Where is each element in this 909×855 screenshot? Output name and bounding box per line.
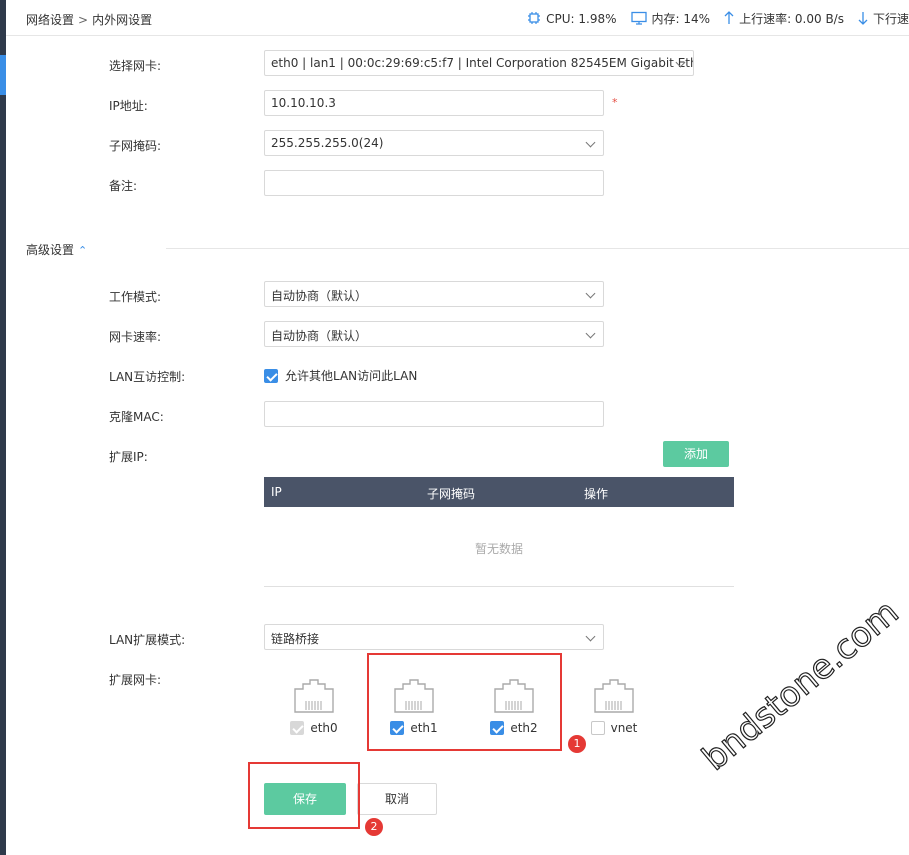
section-divider: [166, 248, 909, 249]
memory-stat: 内存: 14%: [630, 10, 711, 27]
add-ext-ip-button[interactable]: 添加: [663, 441, 729, 467]
breadcrumb-current: 内外网设置: [92, 13, 153, 27]
upload-stat: 上行速率: 0.00 B/s: [724, 10, 844, 27]
nic-select-row: 选择网卡: eth0 | lan1 | 00:0c:29:69:c5:f7 | …: [0, 50, 909, 80]
nic-eth0-checkbox[interactable]: [290, 721, 305, 735]
nic-item-vnet: vnet: [579, 679, 649, 759]
table-bottom-border: [264, 586, 734, 587]
ip-row: IP地址: 10.10.10.3 *: [0, 90, 909, 120]
work-mode-select[interactable]: 自动协商（默认）: [264, 281, 604, 307]
nic-speed-select[interactable]: 自动协商（默认）: [264, 321, 604, 347]
lan-access-label: LAN互访控制:: [109, 370, 186, 384]
column-header-ip: IP: [271, 485, 282, 499]
cpu-stat-text: CPU: 1.98%: [546, 11, 617, 26]
note-row: 备注:: [0, 170, 909, 200]
chevron-up-icon: ⌃: [78, 244, 88, 257]
cpu-chip-icon: [527, 11, 541, 27]
nic-vnet-label: vnet: [610, 721, 638, 735]
download-stat: 下行速: [858, 10, 909, 27]
annotation-box-2: [248, 762, 360, 829]
annotation-box-1: [367, 653, 562, 751]
lan-ext-mode-label: LAN扩展模式:: [109, 633, 186, 647]
clone-mac-row: 克隆MAC:: [0, 401, 909, 431]
upload-stat-text: 上行速率: 0.00 B/s: [739, 12, 844, 26]
nic-vnet-control: vnet: [579, 721, 649, 735]
table-empty-text: 暂无数据: [474, 542, 523, 556]
lan-access-checkbox[interactable]: [264, 368, 278, 383]
download-stat-text: 下行速: [872, 12, 909, 26]
mask-label: 子网掩码:: [109, 139, 162, 153]
column-header-action: 操作: [584, 487, 609, 501]
column-header-mask: 子网掩码: [427, 487, 476, 501]
annotation-badge-1: 1: [568, 735, 586, 753]
nic-speed-label: 网卡速率:: [109, 330, 162, 344]
note-label: 备注:: [109, 179, 138, 193]
advanced-settings-toggle[interactable]: 高级设置 ⌃: [26, 241, 87, 258]
cpu-stat: CPU: 1.98%: [527, 10, 617, 27]
mask-select[interactable]: 255.255.255.0(24): [264, 130, 604, 156]
lan-access-control: 允许其他LAN访问此LAN: [264, 367, 417, 384]
nic-select[interactable]: eth0 | lan1 | 00:0c:29:69:c5:f7 | Intel …: [264, 50, 694, 76]
memory-stat-text: 内存: 14%: [651, 12, 711, 26]
ethernet-port-icon: [594, 679, 634, 713]
clone-mac-input[interactable]: [264, 401, 604, 427]
annotation-badge-2: 2: [365, 818, 383, 836]
lan-access-checkbox-label: 允许其他LAN访问此LAN: [285, 369, 418, 383]
monitor-icon: [630, 11, 647, 27]
ethernet-port-icon: [294, 679, 334, 713]
breadcrumb-parent[interactable]: 网络设置: [26, 13, 74, 27]
system-stats: CPU: 1.98% 内存: 14% 上行速率: 0.00 B/s 下行速: [527, 10, 909, 27]
work-mode-label: 工作模式:: [109, 290, 162, 304]
nic-select-label: 选择网卡:: [109, 59, 162, 73]
cancel-button[interactable]: 取消: [357, 783, 437, 815]
required-mark: *: [612, 96, 618, 109]
ip-label: IP地址:: [109, 99, 148, 113]
ext-ip-table-header: IP 子网掩码 操作: [264, 477, 734, 507]
nic-vnet-checkbox[interactable]: [590, 721, 605, 735]
ip-input[interactable]: 10.10.10.3: [264, 90, 604, 116]
lan-ext-mode-select[interactable]: 链路桥接: [264, 624, 604, 650]
note-input[interactable]: [264, 170, 604, 196]
lan-ext-mode-row: LAN扩展模式: 链路桥接: [0, 624, 909, 654]
nic-eth0-control: eth0: [279, 721, 349, 735]
arrow-up-icon: [724, 10, 734, 27]
lan-access-row: LAN互访控制: 允许其他LAN访问此LAN: [0, 361, 909, 391]
watermark: bndstone.com: [694, 592, 907, 780]
nic-speed-row: 网卡速率: 自动协商（默认）: [0, 321, 909, 351]
breadcrumb-separator: >: [78, 13, 89, 27]
nic-eth0-label: eth0: [310, 721, 338, 735]
clone-mac-label: 克隆MAC:: [109, 410, 164, 424]
arrow-down-icon: [858, 11, 868, 27]
nic-item-eth0: eth0: [279, 679, 349, 759]
top-bar: 网络设置 > 内外网设置 CPU: 1.98% 内存: 14% 上行速率: 0.00…: [6, 0, 909, 36]
mask-row: 子网掩码: 255.255.255.0(24): [0, 130, 909, 160]
work-mode-row: 工作模式: 自动协商（默认）: [0, 281, 909, 311]
breadcrumb: 网络设置 > 内外网设置: [26, 11, 152, 28]
ext-nic-label: 扩展网卡:: [109, 673, 162, 687]
ext-ip-label: 扩展IP:: [109, 450, 148, 464]
advanced-settings-title: 高级设置: [26, 243, 75, 257]
